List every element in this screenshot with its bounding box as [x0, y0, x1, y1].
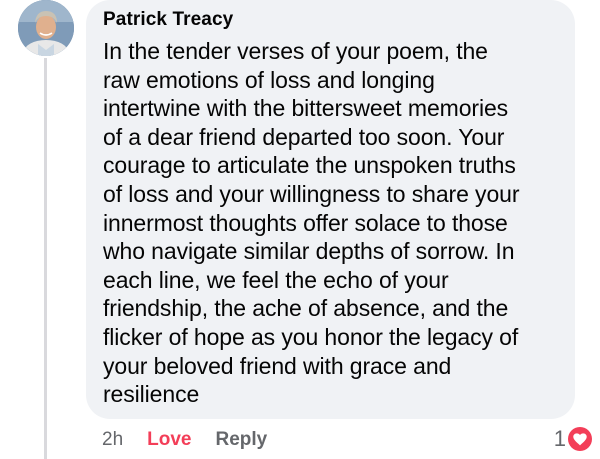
- comment-line: friendship, the ache of absence, and the: [103, 295, 509, 322]
- comment-line: innermost thoughts offer solace to those: [103, 209, 508, 236]
- comment-line: of a dear friend departed too soon. Your: [103, 123, 505, 150]
- comment-line: raw emotions of loss and longing: [103, 66, 435, 93]
- comment: Patrick Treacy In the tender verses of y…: [0, 0, 600, 459]
- comment-line: courage to articulate the unspoken truth…: [103, 152, 516, 179]
- comment-actions: 2h Love Reply: [102, 428, 267, 452]
- comment-line: of loss and your willingness to share yo…: [103, 180, 520, 207]
- comment-line: flicker of hope as you honor the legacy …: [103, 323, 519, 350]
- reply-button[interactable]: Reply: [216, 429, 268, 451]
- comment-bubble: Patrick Treacy In the tender verses of y…: [86, 0, 575, 419]
- comment-line: your beloved friend with grace and: [103, 352, 452, 379]
- avatar[interactable]: [18, 0, 74, 56]
- comment-line: intertwine with the bittersweet memories: [103, 95, 509, 122]
- comment-line: who navigate similar depths of sorrow. I…: [103, 238, 515, 265]
- heart-icon: [568, 427, 592, 451]
- author-name[interactable]: Patrick Treacy: [103, 8, 559, 34]
- comment-line: In the tender verses of your poem, the: [103, 38, 488, 64]
- thread-line: [44, 58, 47, 459]
- reaction-summary[interactable]: 1: [554, 426, 592, 452]
- comment-line: each line, we feel the echo of your: [103, 266, 449, 293]
- comment-text: In the tender verses of your poem, the r…: [103, 37, 563, 409]
- love-button[interactable]: Love: [147, 429, 191, 451]
- comment-line: resilience: [103, 381, 200, 408]
- reaction-count: 1: [553, 426, 566, 451]
- timestamp[interactable]: 2h: [102, 429, 123, 451]
